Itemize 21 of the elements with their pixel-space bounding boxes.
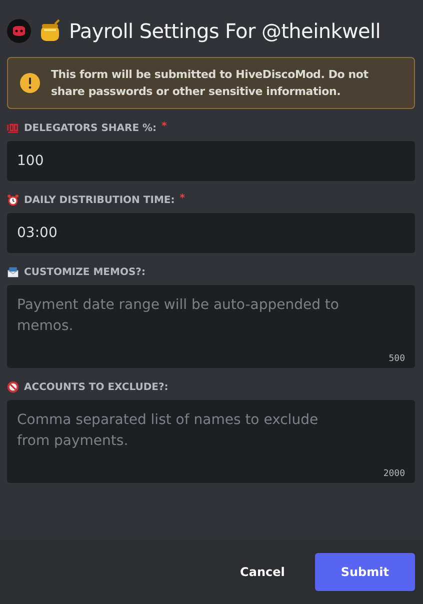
cancel-button[interactable]: Cancel	[218, 553, 307, 591]
modal-title: Payroll Settings For @theinkwell	[69, 19, 381, 43]
input-field[interactable]: 03:00	[7, 213, 415, 253]
envelope-icon	[7, 266, 19, 278]
warning-text: This form will be submitted to HiveDiscoMod. Do not share passwords or other sensitive information.	[51, 67, 370, 100]
submit-button[interactable]: Submit	[314, 553, 415, 591]
field-label: DELEGATORS SHARE %:	[24, 122, 157, 134]
field-label: ACCOUNTS TO EXCLUDE?:	[24, 382, 168, 392]
input-field[interactable]: 100	[7, 141, 415, 181]
field-label: CUSTOMIZE MEMOS?:	[24, 266, 146, 278]
text-area[interactable]: Comma separated list of names to exclude from payments. 2000	[7, 400, 415, 483]
hundred-points-icon	[7, 122, 19, 134]
required-mark: *	[162, 121, 167, 132]
warning-icon	[20, 73, 40, 93]
required-mark: *	[180, 193, 185, 204]
bot-avatar-icon	[7, 19, 31, 43]
prohibited-icon	[7, 381, 19, 393]
honey-pot-icon	[38, 19, 62, 43]
field-label: DAILY DISTRIBUTION TIME:	[24, 194, 175, 206]
alarm-clock-icon	[7, 194, 19, 206]
text-area[interactable]: Payment date range will be auto-appended to memos. 500	[7, 285, 415, 368]
